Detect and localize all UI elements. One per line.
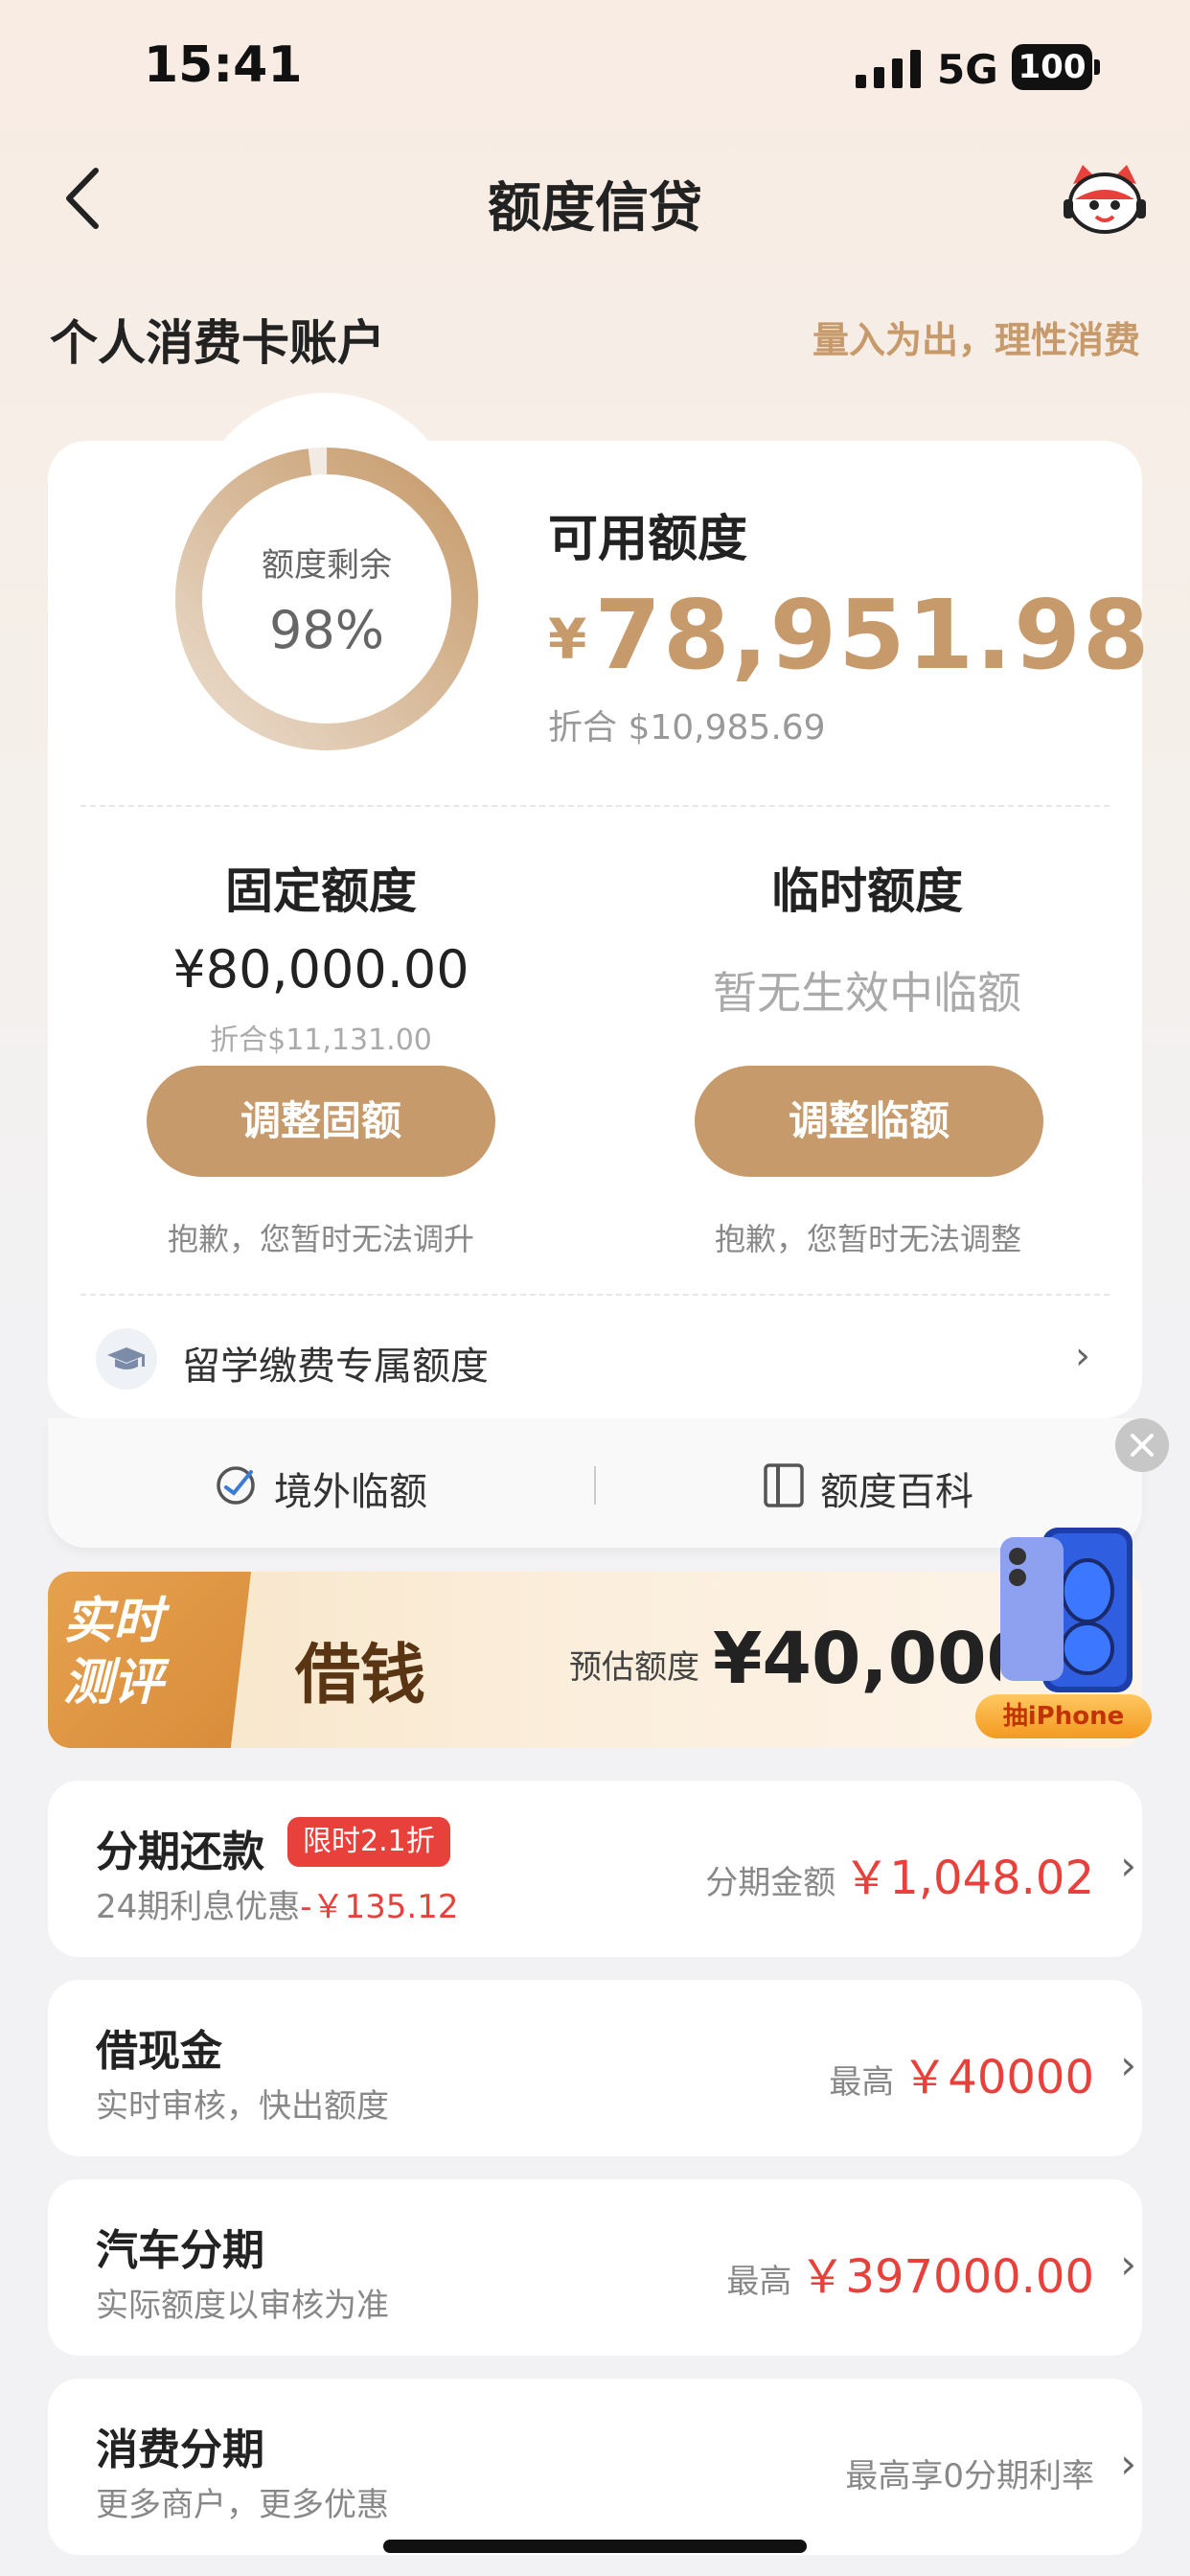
temp-credit-title: 临时额度 bbox=[771, 863, 963, 919]
fixed-credit-amount: ¥80,000.00 bbox=[172, 939, 469, 1000]
installment-amount: 分期金额 ￥1,048.02 bbox=[705, 1840, 1094, 1907]
temp-adjust-note: 抱歉，您暂时无法调整 bbox=[714, 1221, 1021, 1257]
chevron-right-icon: › bbox=[1120, 2440, 1136, 2487]
chevron-right-icon: › bbox=[1075, 1334, 1090, 1378]
consumer-installment-sub: 更多商户，更多优惠 bbox=[96, 2486, 389, 2524]
iphone-prize-icon[interactable] bbox=[996, 1524, 1136, 1696]
overseas-temp-credit-link[interactable]: 境外临额 bbox=[274, 1460, 427, 1516]
banner-estimate-label: 预估额度 bbox=[569, 1648, 699, 1687]
banner-estimate-amount: ¥40,000.0 bbox=[713, 1618, 1000, 1700]
credit-wiki-link[interactable]: 额度百科 bbox=[820, 1460, 973, 1516]
fixed-credit-converted: 折合$11,131.00 bbox=[210, 1024, 432, 1057]
chevron-right-icon: › bbox=[1120, 2041, 1136, 2088]
available-amount-value: 78,951.98 bbox=[594, 579, 1152, 691]
customer-service-mascot-icon[interactable] bbox=[1062, 161, 1148, 238]
fixed-adjust-note: 抱歉，您暂时无法调升 bbox=[167, 1221, 474, 1257]
draw-iphone-badge[interactable]: 抽iPhone bbox=[975, 1694, 1152, 1738]
battery-icon: 100 bbox=[1012, 44, 1092, 90]
chevron-right-icon: › bbox=[1120, 1842, 1136, 1889]
tag-line-2: 测评 bbox=[63, 1654, 164, 1712]
network-type: 5G bbox=[937, 46, 998, 93]
account-section-title: 个人消费卡账户 bbox=[50, 315, 385, 371]
consumer-installment-title: 消费分期 bbox=[96, 2426, 264, 2474]
fixed-credit-title: 固定额度 bbox=[225, 863, 417, 919]
slogan-text: 量入为出，理性消费 bbox=[812, 319, 1140, 361]
divider bbox=[594, 1466, 596, 1505]
limited-discount-badge: 限时2.1折 bbox=[287, 1817, 450, 1867]
installment-repay-title: 分期还款 bbox=[96, 1828, 264, 1876]
cellular-signal-icon bbox=[856, 50, 921, 88]
cash-loan-sub: 实时审核，快出额度 bbox=[96, 2087, 389, 2126]
study-abroad-credit-link[interactable]: 留学缴费专属额度 bbox=[182, 1335, 489, 1391]
available-converted: 折合 $10,985.69 bbox=[548, 708, 826, 748]
page-title: 额度信贷 bbox=[488, 177, 702, 240]
consumer-installment-rate: 最高享0分期利率 bbox=[845, 2457, 1094, 2496]
graduation-cap-icon bbox=[96, 1328, 157, 1390]
chevron-right-icon: › bbox=[1120, 2241, 1136, 2288]
close-icon[interactable] bbox=[1115, 1418, 1169, 1472]
ring-percent: 98% bbox=[268, 600, 385, 660]
realtime-tag-text: 实时 测评 bbox=[63, 1591, 217, 1714]
home-indicator[interactable] bbox=[383, 2540, 807, 2553]
overseas-credit-icon bbox=[217, 1466, 255, 1505]
car-installment-sub: 实际额度以审核为准 bbox=[96, 2287, 389, 2325]
temp-credit-status: 暂无生效中临额 bbox=[713, 967, 1021, 1019]
installment-amount-value: ￥1,048.02 bbox=[843, 1852, 1094, 1905]
battery-tip bbox=[1094, 59, 1100, 75]
car-installment-max-value: ￥397000.00 bbox=[799, 2250, 1094, 2304]
available-credit-amount: ¥78,951.98 bbox=[548, 579, 1151, 691]
cash-loan-max-label: 最高 bbox=[829, 2063, 895, 2102]
tag-line-1: 实时 bbox=[63, 1593, 164, 1650]
installment-repay-sub: 24期利息优惠-￥135.12 bbox=[96, 1880, 459, 1927]
status-time: 15:41 bbox=[144, 36, 303, 94]
car-installment-title: 汽车分期 bbox=[96, 2226, 264, 2275]
adjust-temp-button[interactable]: 调整临额 bbox=[695, 1066, 1043, 1177]
adjust-fixed-button[interactable]: 调整固额 bbox=[147, 1066, 495, 1177]
currency-symbol: ¥ bbox=[548, 607, 589, 672]
cash-loan-title: 借现金 bbox=[96, 2027, 222, 2076]
car-installment-max: 最高 ￥397000.00 bbox=[726, 2239, 1094, 2306]
available-credit-label: 可用额度 bbox=[548, 511, 748, 568]
divider bbox=[80, 805, 1110, 807]
ring-label: 额度剩余 bbox=[262, 546, 392, 585]
car-installment-max-label: 最高 bbox=[726, 2263, 792, 2301]
cash-loan-max-value: ￥40000 bbox=[902, 2051, 1094, 2104]
book-icon bbox=[764, 1463, 804, 1507]
interest-discount-amount: -￥135.12 bbox=[300, 1888, 459, 1926]
installment-amount-label: 分期金额 bbox=[705, 1864, 836, 1902]
divider bbox=[80, 1294, 1110, 1296]
interest-discount-text: 24期利息优惠 bbox=[96, 1888, 301, 1926]
credit-remaining-ring bbox=[175, 448, 478, 750]
cash-loan-max: 最高 ￥40000 bbox=[829, 2039, 1094, 2106]
banner-title: 借钱 bbox=[295, 1637, 426, 1714]
